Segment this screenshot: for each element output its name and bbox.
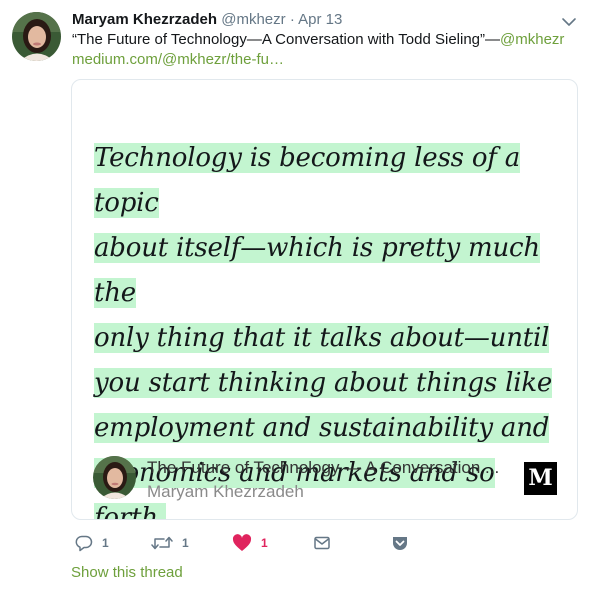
like-button[interactable]: 1: [232, 532, 268, 554]
author-handle[interactable]: @mkhezr: [221, 11, 285, 28]
direct-message-button[interactable]: [313, 532, 331, 554]
tweet-header: Maryam Khezrzadeh @mkhezr · Apr 13: [72, 10, 342, 30]
show-thread-link[interactable]: Show this thread: [71, 563, 183, 583]
chevron-down-icon[interactable]: [561, 14, 577, 30]
author-name[interactable]: Maryam Khezrzadeh: [72, 11, 217, 28]
retweet-count: 1: [182, 536, 189, 550]
quote-line: you start thinking about things like: [94, 368, 553, 398]
pocket-button[interactable]: [391, 532, 409, 554]
retweet-button[interactable]: 1: [151, 532, 189, 554]
mention-link[interactable]: @mkhezr: [500, 31, 564, 48]
heart-icon: [232, 534, 252, 552]
reply-button[interactable]: 1: [75, 532, 109, 554]
medium-logo-icon: M: [524, 462, 557, 495]
quote-line: only thing that it talks about—until: [94, 323, 550, 353]
envelope-icon: [313, 534, 331, 552]
quote-line: employment and sustainability and: [94, 413, 550, 443]
tweet-actions: 1 1 1: [71, 532, 491, 556]
separator-dot: ·: [289, 11, 295, 28]
card-title: The Future of Technology — A Conversatio…: [147, 458, 500, 477]
quote-line: about itself—which is pretty much the: [94, 233, 540, 308]
reply-count: 1: [102, 536, 109, 550]
like-count: 1: [261, 536, 268, 550]
retweet-icon: [151, 534, 173, 552]
card-author-avatar: [93, 456, 136, 499]
tweet-text: “The Future of Technology—A Conversation…: [72, 30, 564, 50]
author-avatar[interactable]: [12, 12, 61, 61]
link-card[interactable]: Technology is becoming less of a topic a…: [71, 79, 578, 520]
tweet-date[interactable]: Apr 13: [298, 11, 342, 28]
tweet-text-main: “The Future of Technology—A Conversation…: [72, 31, 501, 48]
pocket-icon: [391, 534, 409, 552]
card-author: Maryam Khezrzadeh: [147, 482, 304, 501]
tweet-url[interactable]: medium.com/@mkhezr/the-fu…: [72, 50, 284, 70]
tweet: Maryam Khezrzadeh @mkhezr · Apr 13 “The …: [0, 0, 590, 593]
reply-icon: [75, 534, 93, 552]
quote-line: Technology is becoming less of a topic: [94, 143, 521, 218]
